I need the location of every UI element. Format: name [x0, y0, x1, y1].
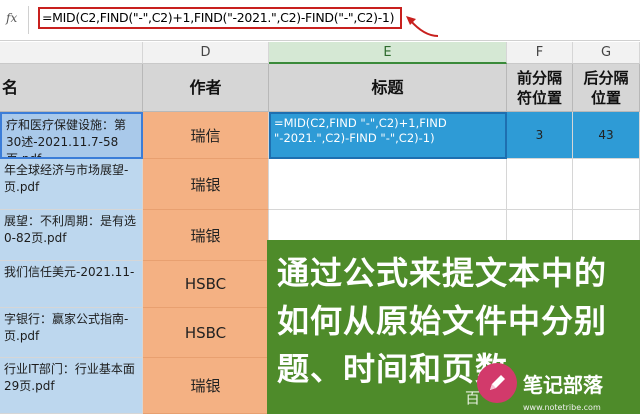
filename-cell[interactable]: 我们信任美元-2021.11- — [0, 261, 143, 308]
filename-cell[interactable]: 疗和医疗保健设施：第30述-2021.11.7-58页.pdf — [0, 112, 143, 159]
header-cell-title[interactable]: 标题 — [269, 64, 507, 112]
header-cell-front-separator[interactable]: 前分隔符位置 — [507, 64, 573, 112]
column-header-g[interactable]: G — [573, 42, 640, 64]
author-cell[interactable]: HSBC — [143, 308, 269, 358]
back-position-cell[interactable] — [573, 159, 640, 210]
front-position-cell[interactable] — [507, 159, 573, 210]
annotation-arrow-icon — [406, 16, 439, 37]
column-header-c[interactable] — [0, 42, 143, 64]
watermark-text: 笔记部落 — [523, 372, 603, 397]
column-header-d[interactable]: D — [143, 42, 269, 64]
filename-cell[interactable]: 展望：不利周期：是有选0-82页.pdf — [0, 210, 143, 261]
author-cell[interactable]: 瑞信 — [143, 112, 269, 159]
watermark-url: www.notetribe.com — [523, 403, 601, 412]
pen-icon — [477, 363, 517, 403]
watermark-logo: 笔记部落 — [477, 363, 603, 403]
front-position-cell[interactable]: 3 — [507, 112, 573, 159]
author-cell[interactable]: 瑞银 — [143, 159, 269, 210]
column-header-e[interactable]: E — [269, 42, 507, 64]
filename-cell[interactable]: 年全球经济与市场展望-页.pdf — [0, 159, 143, 210]
filename-cell[interactable]: 字银行：赢家公式指南-页.pdf — [0, 308, 143, 358]
filename-cell[interactable]: 行业IT部门：行业基本面29页.pdf — [0, 358, 143, 414]
formula-input[interactable]: =MID(C2,FIND("-",C2)+1,FIND("-2021.",C2)… — [38, 7, 402, 29]
author-cell[interactable]: 瑞银 — [143, 358, 269, 414]
title-cell[interactable] — [269, 159, 507, 210]
column-header-f[interactable]: F — [507, 42, 573, 64]
author-cell[interactable]: 瑞银 — [143, 210, 269, 261]
header-cell-author[interactable]: 作者 — [143, 64, 269, 112]
overlay-line-1: 通过公式来提文本中的 — [277, 254, 608, 292]
overlay-line-2: 如何从原始文件中分别 — [277, 302, 608, 340]
title-cell-selected[interactable]: =MID(C2,FIND "-",C2)+1,FIND "-2021.",C2)… — [269, 112, 507, 159]
formula-bar-divider — [28, 6, 29, 34]
overlay-line-3: 题、时间和页数 — [277, 350, 509, 388]
function-icon[interactable]: fx — [6, 11, 17, 25]
author-cell[interactable]: HSBC — [143, 261, 269, 308]
header-cell-back-separator[interactable]: 后分隔位置 — [573, 64, 640, 112]
back-position-cell[interactable]: 43 — [573, 112, 640, 159]
header-cell-filename[interactable]: 名 — [0, 64, 143, 112]
tutorial-overlay: 通过公式来提文本中的 如何从原始文件中分别 题、时间和页数 百 笔记部落 www… — [267, 240, 640, 414]
formula-bar: fx =MID(C2,FIND("-",C2)+1,FIND("-2021.",… — [0, 0, 640, 41]
